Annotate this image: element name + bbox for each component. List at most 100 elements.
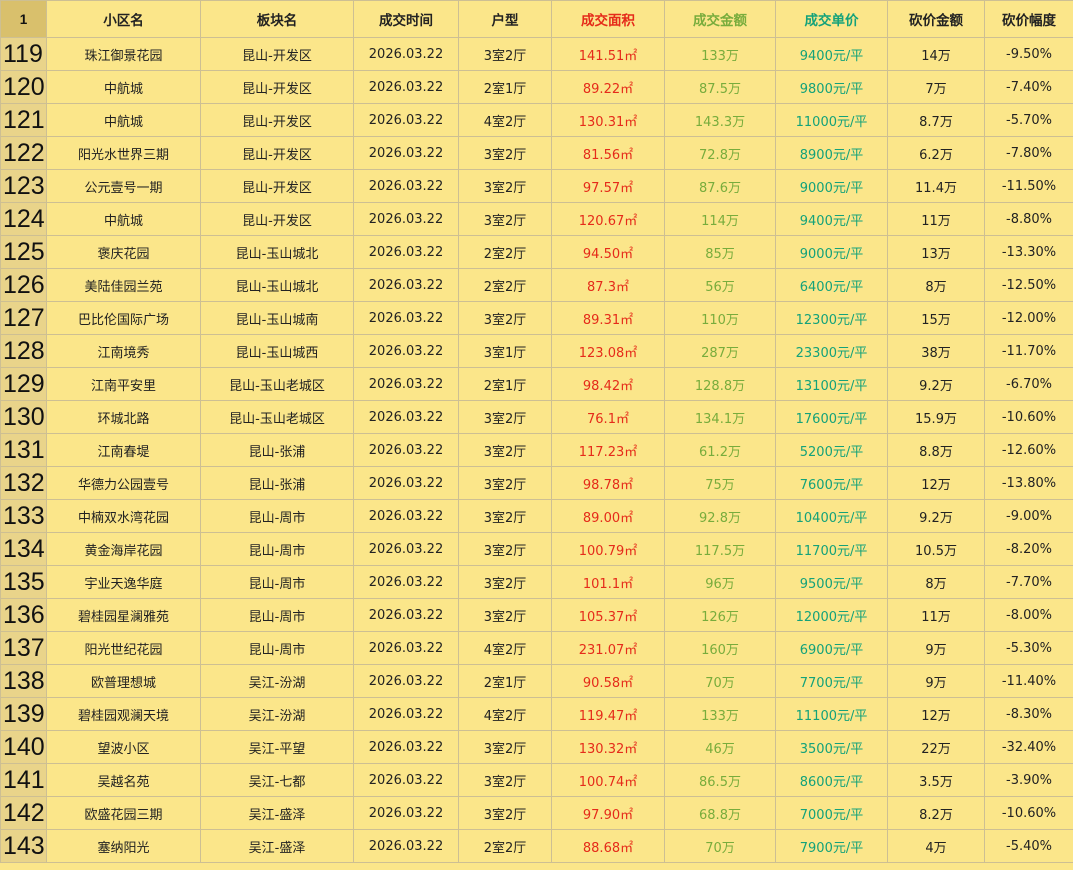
cell-name[interactable]: 江南境秀 <box>46 334 201 368</box>
cell-cut-percent[interactable]: -8.20% <box>984 532 1073 566</box>
cell-layout[interactable]: 4室2厅 <box>458 631 552 665</box>
cell-name[interactable]: 望波小区 <box>46 730 201 764</box>
cell-area[interactable]: 141.51㎡ <box>551 37 665 71</box>
cell-unit-price[interactable]: 10400元/平 <box>775 499 888 533</box>
cell-district[interactable]: 昆山-玉山城西 <box>200 334 354 368</box>
cell-area[interactable]: 100.74㎡ <box>551 763 665 797</box>
row-number[interactable]: 132 <box>0 466 47 500</box>
cell-cut-percent[interactable]: -11.50% <box>984 169 1073 203</box>
row-number[interactable]: 119 <box>0 37 47 71</box>
cell-cut-percent[interactable]: -8.00% <box>984 598 1073 632</box>
cell-district[interactable]: 昆山-玉山城南 <box>200 301 354 335</box>
cell-area[interactable]: 117.23㎡ <box>551 433 665 467</box>
cell-district[interactable]: 昆山-开发区 <box>200 169 354 203</box>
cell-cut-percent[interactable]: -5.70% <box>984 103 1073 137</box>
cell-unit-price[interactable]: 8600元/平 <box>775 763 888 797</box>
cell-name[interactable]: 阳光世纪花园 <box>46 631 201 665</box>
cell-date[interactable]: 2026.03.22 <box>353 400 459 434</box>
cell-cut-amount[interactable]: 8万 <box>887 268 985 302</box>
cell-unit-price[interactable]: 11000元/平 <box>775 103 888 137</box>
cell-cut-percent[interactable]: -9.50% <box>984 37 1073 71</box>
cell-area[interactable]: 90.58㎡ <box>551 664 665 698</box>
cell-name[interactable]: 黄金海岸花园 <box>46 532 201 566</box>
cell-area[interactable]: 98.42㎡ <box>551 367 665 401</box>
row-number[interactable]: 123 <box>0 169 47 203</box>
cell-cut-amount[interactable]: 14万 <box>887 37 985 71</box>
cell-layout[interactable]: 2室1厅 <box>458 367 552 401</box>
cell-name[interactable]: 碧桂园观澜天境 <box>46 697 201 731</box>
cell-cut-percent[interactable]: -13.80% <box>984 466 1073 500</box>
cell-unit-price[interactable]: 11100元/平 <box>775 697 888 731</box>
cell-cut-percent[interactable]: -10.60% <box>984 796 1073 830</box>
row-number[interactable]: 135 <box>0 565 47 599</box>
cell-district[interactable]: 吴江-汾湖 <box>200 697 354 731</box>
cell-layout[interactable]: 3室2厅 <box>458 565 552 599</box>
cell-name[interactable]: 中航城 <box>46 70 201 104</box>
row-number[interactable]: 143 <box>0 829 47 863</box>
cell-layout[interactable]: 3室2厅 <box>458 466 552 500</box>
cell-unit-price[interactable]: 7900元/平 <box>775 829 888 863</box>
cell-district[interactable]: 昆山-周市 <box>200 565 354 599</box>
cell-date[interactable]: 2026.03.22 <box>353 664 459 698</box>
cell-amount[interactable]: 85万 <box>664 235 776 269</box>
cell-amount[interactable]: 75万 <box>664 466 776 500</box>
cell-layout[interactable]: 2室1厅 <box>458 70 552 104</box>
cell-unit-price[interactable]: 5200元/平 <box>775 433 888 467</box>
cell-unit-price[interactable]: 6900元/平 <box>775 631 888 665</box>
cell-cut-amount[interactable]: 9万 <box>887 631 985 665</box>
cell-district[interactable]: 吴江-平望 <box>200 730 354 764</box>
cell-district[interactable]: 昆山-玉山城北 <box>200 268 354 302</box>
cell-layout[interactable]: 4室2厅 <box>458 697 552 731</box>
cell-district[interactable]: 昆山-周市 <box>200 532 354 566</box>
cell-date[interactable]: 2026.03.22 <box>353 334 459 368</box>
cell-area[interactable]: 231.07㎡ <box>551 631 665 665</box>
cell-amount[interactable]: 46万 <box>664 730 776 764</box>
cell-unit-price[interactable]: 17600元/平 <box>775 400 888 434</box>
row-number[interactable]: 133 <box>0 499 47 533</box>
cell-amount[interactable]: 160万 <box>664 631 776 665</box>
cell-amount[interactable]: 143.3万 <box>664 103 776 137</box>
cell-unit-price[interactable]: 11700元/平 <box>775 532 888 566</box>
cell-name[interactable]: 华德力公园壹号 <box>46 466 201 500</box>
cell-date[interactable]: 2026.03.22 <box>353 631 459 665</box>
cell-area[interactable]: 88.68㎡ <box>551 829 665 863</box>
cell-amount[interactable]: 134.1万 <box>664 400 776 434</box>
cell-cut-amount[interactable]: 8.8万 <box>887 433 985 467</box>
cell-cut-percent[interactable]: -3.90% <box>984 763 1073 797</box>
cell-cut-percent[interactable]: -13.30% <box>984 235 1073 269</box>
cell-layout[interactable]: 3室1厅 <box>458 334 552 368</box>
cell-area[interactable]: 89.00㎡ <box>551 499 665 533</box>
cell-cut-amount[interactable]: 15万 <box>887 301 985 335</box>
cell-unit-price[interactable]: 13100元/平 <box>775 367 888 401</box>
row-number[interactable]: 131 <box>0 433 47 467</box>
cell-area[interactable]: 130.32㎡ <box>551 730 665 764</box>
cell-unit-price[interactable]: 12000元/平 <box>775 598 888 632</box>
cell-district[interactable]: 吴江-汾湖 <box>200 664 354 698</box>
cell-layout[interactable]: 3室2厅 <box>458 400 552 434</box>
row-number[interactable]: 129 <box>0 367 47 401</box>
cell-unit-price[interactable]: 7700元/平 <box>775 664 888 698</box>
cell-name[interactable]: 环城北路 <box>46 400 201 434</box>
cell-area[interactable]: 89.22㎡ <box>551 70 665 104</box>
row-number[interactable]: 141 <box>0 763 47 797</box>
cell-layout[interactable]: 3室2厅 <box>458 169 552 203</box>
cell-layout[interactable]: 3室2厅 <box>458 301 552 335</box>
cell-unit-price[interactable]: 6400元/平 <box>775 268 888 302</box>
row-number[interactable]: 139 <box>0 697 47 731</box>
cell-area[interactable]: 105.37㎡ <box>551 598 665 632</box>
cell-unit-price[interactable]: 9400元/平 <box>775 37 888 71</box>
cell-date[interactable]: 2026.03.22 <box>353 169 459 203</box>
cell-district[interactable]: 昆山-周市 <box>200 598 354 632</box>
cell-district[interactable]: 昆山-周市 <box>200 631 354 665</box>
cell-date[interactable]: 2026.03.22 <box>353 433 459 467</box>
cell-date[interactable]: 2026.03.22 <box>353 466 459 500</box>
cell-amount[interactable]: 128.8万 <box>664 367 776 401</box>
cell-district[interactable]: 昆山-开发区 <box>200 202 354 236</box>
cell-date[interactable]: 2026.03.22 <box>353 829 459 863</box>
cell-date[interactable]: 2026.03.22 <box>353 598 459 632</box>
cell-layout[interactable]: 2室2厅 <box>458 829 552 863</box>
cell-date[interactable]: 2026.03.22 <box>353 268 459 302</box>
cell-cut-percent[interactable]: -11.70% <box>984 334 1073 368</box>
cell-cut-percent[interactable]: -12.50% <box>984 268 1073 302</box>
cell-date[interactable]: 2026.03.22 <box>353 763 459 797</box>
